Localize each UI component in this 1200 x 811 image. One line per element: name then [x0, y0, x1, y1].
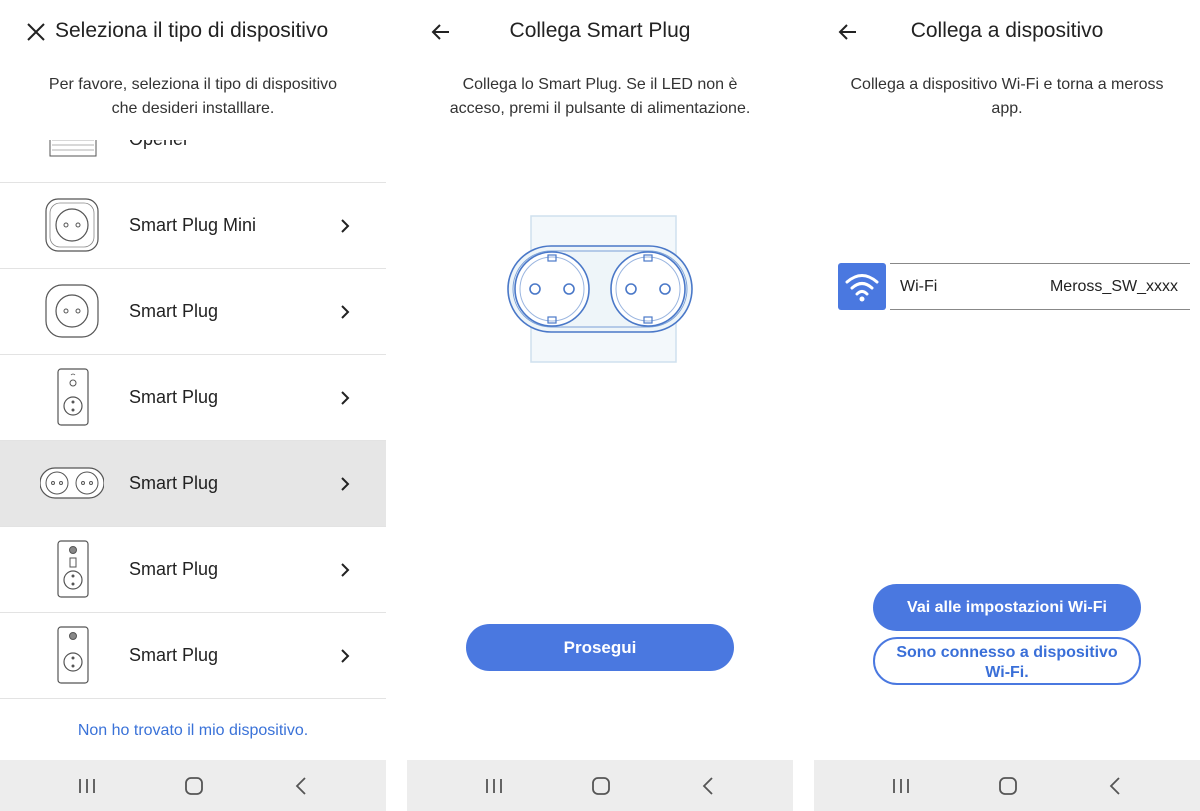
list-item-smart-plug[interactable]: Smart Plug: [0, 527, 386, 613]
double-plug-icon: [40, 467, 104, 499]
header: Collega Smart Plug: [407, 0, 793, 64]
system-nav-bar: [407, 760, 793, 811]
double-plug-illustration: [507, 215, 693, 363]
instructions-line-2: app.: [991, 100, 1023, 117]
recent-apps-icon[interactable]: [482, 774, 506, 798]
instructions-line-1: Collega lo Smart Plug. Se il LED non è: [462, 76, 738, 93]
connect-plug-screen: Collega Smart Plug Collega lo Smart Plug…: [407, 0, 793, 811]
wifi-icon: [845, 274, 879, 302]
round-plug-icon: [45, 284, 99, 338]
list-item-smart-plug-mini[interactable]: Smart Plug Mini: [0, 183, 386, 269]
divider: [890, 309, 1190, 310]
chevron-right-icon: [341, 219, 350, 233]
list-item-label: Smart Plug: [129, 301, 219, 321]
device-list[interactable]: Opener Smart Plug Mini Smart Plug: [0, 140, 386, 702]
wifi-network-name: Meross_SW_xxxx: [1049, 278, 1178, 295]
system-nav-bar: [0, 760, 386, 811]
connected-confirm-button[interactable]: Sono connesso a dispositivo Wi-Fi.: [873, 637, 1141, 685]
back-icon[interactable]: [1104, 774, 1128, 798]
chevron-right-icon: [341, 477, 350, 491]
square-plug-icon: [45, 198, 99, 252]
garage-opener-icon: [49, 140, 97, 157]
list-item-label: Smart Plug: [129, 387, 219, 407]
divider: [890, 263, 1190, 264]
chevron-right-icon: [341, 649, 350, 663]
list-item-label: Smart Plug: [129, 645, 219, 665]
instructions-line-1: Per favore, seleziona il tipo di disposi…: [48, 76, 338, 93]
device-type-screen: Seleziona il tipo di dispositivo Per fav…: [0, 0, 386, 811]
wifi-settings-button[interactable]: Vai alle impostazioni Wi-Fi: [873, 584, 1141, 631]
instructions-line-2: che desideri installlare.: [111, 100, 275, 117]
home-icon[interactable]: [996, 774, 1020, 798]
home-icon[interactable]: [182, 774, 206, 798]
wifi-settings-illustration: Wi-Fi Meross_SW_xxxx: [838, 262, 1190, 310]
continue-button[interactable]: Prosegui: [466, 624, 734, 671]
list-item-smart-plug[interactable]: Smart Plug: [0, 355, 386, 441]
back-icon[interactable]: [290, 774, 314, 798]
instructions: Collega a dispositivo Wi-Fi e torna a me…: [834, 73, 1180, 121]
chevron-right-icon: [341, 391, 350, 405]
wifi-app-tile: [838, 263, 886, 310]
list-item-opener[interactable]: Opener: [0, 140, 386, 183]
instructions: Collega lo Smart Plug. Se il LED non è a…: [427, 73, 773, 121]
list-item-smart-plug-selected[interactable]: Smart Plug: [0, 441, 386, 527]
button-label-line-1: Sono connesso a dispositivo: [896, 644, 1118, 661]
system-nav-bar: [814, 760, 1200, 811]
list-item-smart-plug[interactable]: Smart Plug: [0, 269, 386, 355]
recent-apps-icon[interactable]: [889, 774, 913, 798]
recent-apps-icon[interactable]: [75, 774, 99, 798]
list-item-label: Smart Plug: [129, 559, 219, 579]
list-item-label: Opener: [129, 140, 189, 150]
instructions: Per favore, seleziona il tipo di disposi…: [20, 73, 366, 121]
instructions-line-1: Collega a dispositivo Wi-Fi e torna a me…: [850, 76, 1164, 93]
list-item-label: Smart Plug Mini: [129, 215, 257, 235]
page-title: Collega Smart Plug: [509, 19, 691, 42]
wifi-label: Wi-Fi: [900, 278, 938, 295]
connect-device-screen: Collega a dispositivo Collega a disposit…: [814, 0, 1200, 811]
chevron-right-icon: [341, 563, 350, 577]
back-icon[interactable]: [697, 774, 721, 798]
list-item-smart-plug[interactable]: Smart Plug: [0, 613, 386, 699]
vertical-plug-icon: [57, 368, 89, 426]
vertical-plug-icon: [57, 626, 89, 684]
button-label-line-2: Wi-Fi.: [985, 664, 1029, 681]
vertical-plug-usb-icon: [57, 540, 89, 598]
not-found-link[interactable]: Non ho trovato il mio dispositivo.: [0, 722, 386, 740]
home-icon[interactable]: [589, 774, 613, 798]
chevron-right-icon: [341, 305, 350, 319]
page-title: Seleziona il tipo di dispositivo: [55, 19, 329, 42]
close-icon[interactable]: [24, 20, 48, 44]
instructions-line-2: acceso, premi il pulsante di alimentazio…: [449, 100, 751, 117]
header: Collega a dispositivo: [814, 0, 1200, 64]
header: Seleziona il tipo di dispositivo: [0, 0, 386, 64]
list-item-label: Smart Plug: [129, 473, 219, 493]
page-title: Collega a dispositivo: [910, 19, 1104, 42]
